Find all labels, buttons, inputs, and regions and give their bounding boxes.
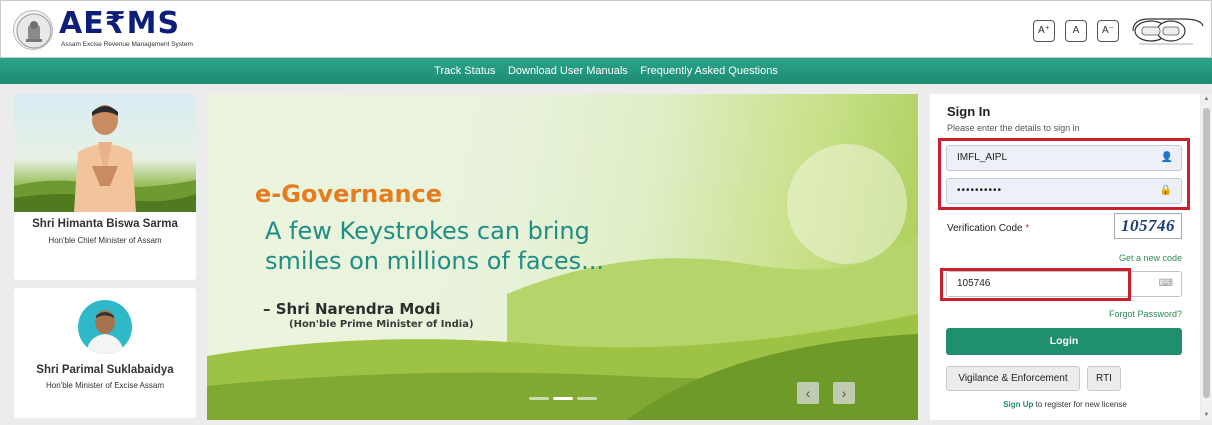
banner-author: – Shri Narendra Modi bbox=[263, 300, 441, 318]
carousel-indicators bbox=[529, 397, 597, 400]
scroll-thumb[interactable] bbox=[1203, 108, 1210, 398]
login-button[interactable]: Login bbox=[946, 328, 1182, 355]
banner-author-title: (Hon'ble Prime Minister of India) bbox=[289, 319, 474, 330]
banner-quote-line-2: smiles on millions of faces... bbox=[265, 247, 604, 275]
nav-download-manuals[interactable]: Download User Manuals bbox=[508, 65, 628, 77]
signup-description: to register for new license bbox=[1035, 400, 1127, 409]
carousel-dot-3[interactable] bbox=[577, 397, 597, 400]
lock-icon: 🔒 bbox=[1159, 185, 1173, 196]
user-icon: 👤 bbox=[1160, 152, 1173, 163]
signup-text: Sign Up to register for new license bbox=[930, 400, 1200, 409]
sign-in-title: Sign In bbox=[947, 104, 991, 119]
get-new-code-link[interactable]: Get a new code bbox=[1119, 253, 1182, 263]
password-value: •••••••••• bbox=[957, 185, 1003, 196]
carousel-prev-button[interactable]: ‹ bbox=[797, 382, 819, 404]
password-field[interactable]: •••••••••• 🔒 bbox=[946, 178, 1182, 204]
logo-text: AE₹MS bbox=[59, 6, 181, 41]
font-decrease-button[interactable]: A⁻ bbox=[1097, 20, 1119, 42]
excise-minister-photo bbox=[78, 300, 132, 354]
chief-minister-name: Shri Himanta Biswa Sarma bbox=[32, 218, 178, 230]
excise-minister-name: Shri Parimal Suklabaidya bbox=[36, 364, 174, 376]
excise-minister-card: Shri Parimal Suklabaidya Hon'ble Ministe… bbox=[14, 288, 196, 418]
chief-minister-title: Hon'ble Chief Minister of Assam bbox=[48, 236, 162, 245]
verification-code-label: Verification Code * bbox=[947, 223, 1030, 234]
keyboard-icon: ⌨ bbox=[1158, 278, 1173, 289]
font-size-controls: A⁺ A A⁻ bbox=[1033, 20, 1119, 42]
forgot-password-link[interactable]: Forgot Password? bbox=[1109, 309, 1182, 319]
sign-in-panel: Sign In Please enter the details to sign… bbox=[930, 94, 1200, 420]
chief-minister-photo bbox=[14, 94, 196, 212]
rti-button[interactable]: RTI bbox=[1087, 366, 1121, 391]
state-emblem-icon bbox=[13, 10, 53, 50]
hero-banner: e-Governance A few Keystrokes can bring … bbox=[207, 94, 918, 420]
username-field[interactable]: IMFL_AIPL 👤 bbox=[946, 145, 1182, 171]
carousel-next-button[interactable]: › bbox=[833, 382, 855, 404]
vigilance-enforcement-button[interactable]: Vigilance & Enforcement bbox=[946, 366, 1080, 391]
banner-quote: A few Keystrokes can bring smiles on mil… bbox=[265, 216, 604, 276]
signup-link[interactable]: Sign Up bbox=[1003, 400, 1033, 409]
scroll-up-icon[interactable]: ▲ bbox=[1203, 96, 1210, 102]
required-marker: * bbox=[1025, 223, 1030, 234]
carousel-dot-2[interactable] bbox=[553, 397, 573, 400]
header: AE₹MS Assam Excise Revenue Management Sy… bbox=[0, 0, 1212, 58]
chief-minister-card: Shri Himanta Biswa Sarma Hon'ble Chief M… bbox=[14, 94, 196, 280]
font-increase-button[interactable]: A⁺ bbox=[1033, 20, 1055, 42]
banner-quote-line-1: A few Keystrokes can bring bbox=[265, 217, 590, 245]
font-reset-button[interactable]: A bbox=[1065, 20, 1087, 42]
nav-faq[interactable]: Frequently Asked Questions bbox=[640, 65, 778, 77]
scroll-down-icon[interactable]: ▼ bbox=[1203, 412, 1210, 418]
carousel-dot-1[interactable] bbox=[529, 397, 549, 400]
excise-minister-title: Hon'ble Minister of Excise Assam bbox=[45, 381, 164, 390]
username-value: IMFL_AIPL bbox=[957, 152, 1008, 163]
code-highlight bbox=[940, 268, 1131, 301]
language-toggle-icon[interactable] bbox=[1127, 14, 1207, 48]
nav-track-status[interactable]: Track Status bbox=[434, 65, 495, 77]
banner-heading: e-Governance bbox=[255, 180, 443, 208]
page-scrollbar[interactable]: ▲ ▼ bbox=[1201, 94, 1212, 420]
logo-subtitle: Assam Excise Revenue Management System bbox=[61, 41, 193, 48]
sign-in-subtitle: Please enter the details to sign in bbox=[947, 123, 1080, 133]
captcha-image: 105746 bbox=[1114, 213, 1182, 239]
top-nav: Track Status Download User Manuals Frequ… bbox=[0, 58, 1212, 84]
